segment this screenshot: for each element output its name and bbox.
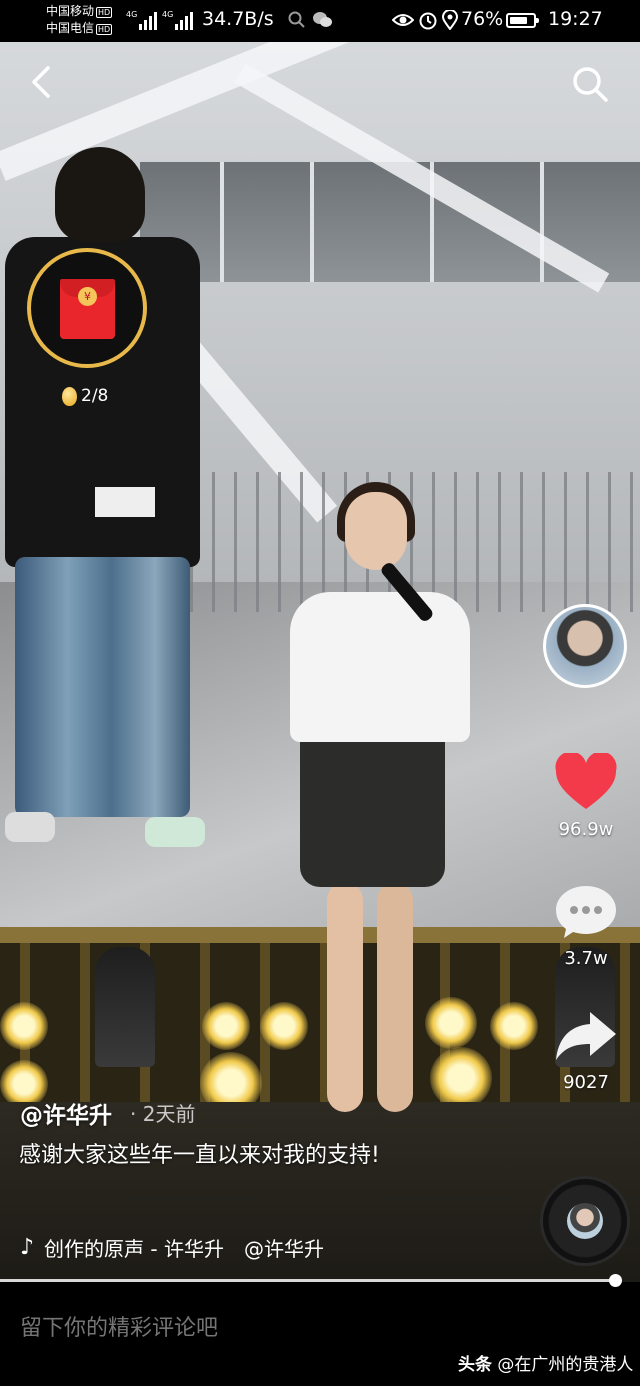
eye-icon (392, 14, 414, 26)
progress-knob[interactable] (609, 1274, 622, 1287)
alarm-icon (419, 12, 437, 30)
post-time: · 2天前 (130, 1102, 196, 1126)
yuan-coin-icon: ¥ (78, 287, 97, 306)
singer-figure (285, 482, 475, 1182)
search-icon[interactable] (570, 64, 610, 104)
network-speed: 34.7B/s (202, 8, 274, 30)
carrier-telecom: 中国电信 (46, 21, 95, 35)
post-caption: 感谢大家这些年一直以来对我的支持! (19, 1143, 380, 1168)
comment-count: 3.7w (564, 948, 608, 969)
back-arrow-icon[interactable] (22, 62, 62, 102)
battery-percent: 76% (461, 8, 504, 30)
stage-light-8 (490, 1002, 538, 1050)
share-button[interactable]: 9027 (548, 1010, 624, 1093)
carrier-mobile: 中国移动 (46, 4, 95, 18)
watermark-handle: @在广州的贵港人 (497, 1355, 634, 1375)
hd-badge-2: HD (96, 24, 113, 35)
wechat-icon (313, 12, 332, 27)
location-icon (442, 10, 458, 30)
stage-lamp (95, 947, 155, 1067)
playback-progress[interactable] (0, 1279, 616, 1282)
comment-bubble-icon (556, 886, 616, 938)
author-avatar[interactable] (543, 604, 627, 688)
author-name[interactable]: @许华升 (20, 1096, 112, 1130)
signal-icon-2: 4G (162, 10, 194, 30)
heart-icon (555, 751, 617, 809)
battery-icon (506, 13, 539, 28)
tiktok-note-icon: ♪ (20, 1234, 35, 1260)
like-button[interactable]: 96.9w (548, 751, 624, 840)
comment-input[interactable] (20, 1316, 420, 1341)
clock: 19:27 (548, 8, 603, 30)
stage-light (0, 1002, 48, 1050)
gold-egg-icon (62, 386, 77, 406)
like-count: 96.9w (558, 819, 614, 840)
signal-icon: 4G (126, 10, 158, 30)
red-packet-progress: 2/8 (62, 384, 108, 408)
music-disc[interactable] (540, 1176, 630, 1266)
share-count: 9027 (563, 1072, 609, 1093)
stage-light-3 (202, 1002, 250, 1050)
hd-badge: HD (96, 7, 113, 18)
watermark-brand: 头条 (458, 1355, 492, 1375)
comment-button[interactable]: 3.7w (548, 884, 624, 969)
music-title: 创作的原声 - 许华升 @许华升 (44, 1236, 324, 1261)
music-info[interactable]: ♪ 创作的原声 - 许华升 @许华升 (20, 1230, 362, 1264)
search-status-icon (288, 11, 305, 28)
red-packet-progress-text: 2/8 (81, 386, 109, 406)
watermark: 头条 @在广州的贵港人 (458, 1350, 633, 1375)
red-packet-icon[interactable]: ¥ (60, 279, 115, 339)
carrier-info: 中国移动 HD 中国电信 HD (46, 3, 113, 37)
status-bar: 中国移动 HD 中国电信 HD 4G 4G 34.7B/s 76% 19:27 (0, 0, 640, 42)
share-arrow-icon (556, 1012, 616, 1060)
